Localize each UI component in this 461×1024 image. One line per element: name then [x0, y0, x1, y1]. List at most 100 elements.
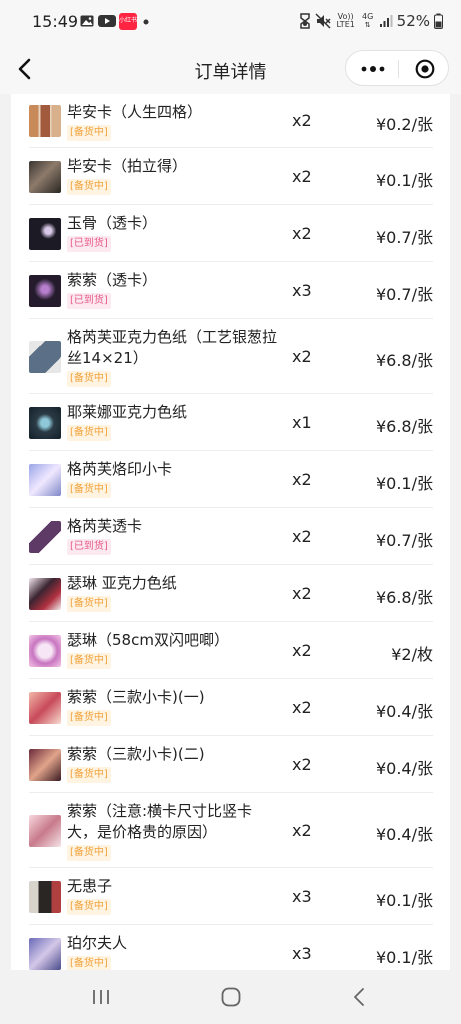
order-item-row[interactable]: 无患子 [备货中] x3 ¥0.1/张	[29, 868, 433, 925]
item-quantity: x2	[292, 111, 312, 130]
item-thumbnail[interactable]	[29, 218, 61, 250]
alarm-icon	[299, 13, 310, 29]
item-unit-price: ¥0.1/张	[375, 948, 433, 967]
youtube-icon	[98, 15, 116, 27]
item-name: 玉骨（透卡）	[67, 214, 158, 232]
order-item-row[interactable]: 瑟琳 亚克力色纸 [备货中] x2 ¥6.8/张	[29, 565, 433, 622]
app-badge-label: 小红书	[119, 17, 138, 24]
battery-percent: 52%	[396, 12, 430, 30]
item-unit-price: ¥0.1/张	[375, 474, 433, 493]
item-status-tag: [备货中]	[67, 371, 111, 387]
item-quantity: x2	[292, 224, 312, 243]
item-status-tag: [备货中]	[67, 596, 111, 612]
order-item-row[interactable]: 格芮芙亚克力色纸（工艺银葱拉丝14×21） [备货中] x2 ¥6.8/张	[29, 319, 433, 394]
item-quantity: x3	[292, 281, 312, 300]
order-item-row[interactable]: 萦萦（三款小卡)(一) [备货中] x2 ¥0.4/张	[29, 679, 433, 736]
item-status-tag: [已到货]	[67, 236, 111, 252]
item-name: 毕安卡（拍立得）	[67, 157, 188, 175]
nav-bar: 订单详情	[0, 44, 461, 94]
item-quantity: x2	[292, 755, 312, 774]
item-name: 格芮芙烙印小卡	[67, 460, 173, 478]
item-name: 耶莱娜亚克力色纸	[67, 403, 188, 421]
item-thumbnail[interactable]	[29, 635, 61, 667]
item-name: 格芮芙透卡	[67, 517, 143, 535]
item-status-tag: [已到货]	[67, 293, 111, 309]
item-thumbnail[interactable]	[29, 161, 61, 193]
order-item-row[interactable]: 萦萦（透卡） [已到货] x3 ¥0.7/张	[29, 262, 433, 319]
item-name: 瑟琳 亚克力色纸	[67, 574, 177, 592]
order-item-row[interactable]: 毕安卡（人生四格） [备货中] x2 ¥0.2/张	[29, 94, 433, 148]
item-name: 无患子	[67, 877, 113, 895]
item-name: 毕安卡（人生四格）	[67, 103, 203, 121]
status-bar: 15:49 小红书 Vo)) LTE1 4G ⇅ 52%	[0, 0, 461, 44]
item-unit-price: ¥0.4/张	[375, 825, 433, 844]
network-type: 4G ⇅	[361, 12, 375, 30]
item-name: 珀尔夫人	[67, 934, 128, 952]
item-unit-price: ¥6.8/张	[375, 588, 433, 607]
item-unit-price: ¥0.1/张	[375, 171, 433, 190]
item-thumbnail[interactable]	[29, 938, 61, 970]
system-back-icon[interactable]	[352, 987, 366, 1007]
order-item-row[interactable]: 玉骨（透卡） [已到货] x2 ¥0.7/张	[29, 205, 433, 262]
xiaohongshu-icon: 小红书	[119, 13, 137, 30]
item-thumbnail[interactable]	[29, 815, 61, 847]
item-status-tag: [已到货]	[67, 539, 111, 555]
item-thumbnail[interactable]	[29, 749, 61, 781]
item-quantity: x2	[292, 584, 312, 603]
item-status-tag: [备货中]	[67, 899, 111, 915]
item-thumbnail[interactable]	[29, 407, 61, 439]
order-item-row[interactable]: 萦萦（三款小卡)(二) [备货中] x2 ¥0.4/张	[29, 736, 433, 793]
item-quantity: x2	[292, 641, 312, 660]
item-thumbnail[interactable]	[29, 578, 61, 610]
item-unit-price: ¥0.4/张	[375, 759, 433, 778]
item-status-tag: [备货中]	[67, 845, 111, 861]
system-nav-bar	[0, 970, 461, 1024]
order-item-row[interactable]: 萦萦（注意:横卡尺寸比竖卡大，是价格贵的原因） [备货中] x2 ¥0.4/张	[29, 793, 433, 868]
order-items-card: 毕安卡（人生四格） [备货中] x2 ¥0.2/张毕安卡（拍立得） [备货中] x2 ¥0.…	[11, 94, 450, 970]
item-unit-price: ¥0.1/张	[375, 891, 433, 910]
order-item-row[interactable]: 毕安卡（拍立得） [备货中] x2 ¥0.1/张	[29, 148, 433, 205]
recent-apps-icon[interactable]	[91, 989, 111, 1005]
order-item-row[interactable]: 格芮芙透卡 [已到货] x2 ¥0.7/张	[29, 508, 433, 565]
volte-indicator: Vo)) LTE1	[335, 13, 357, 29]
item-quantity: x3	[292, 944, 312, 963]
item-quantity: x2	[292, 821, 312, 840]
item-status-tag: [备货中]	[67, 767, 111, 783]
item-status-tag: [备货中]	[67, 710, 111, 726]
more-dots-icon[interactable]	[361, 66, 385, 72]
item-unit-price: ¥0.2/张	[375, 115, 433, 134]
status-time: 15:49	[32, 12, 79, 31]
item-thumbnail[interactable]	[29, 521, 61, 553]
item-unit-price: ¥6.8/张	[375, 351, 433, 370]
item-unit-price: ¥0.7/张	[375, 285, 433, 304]
item-status-tag: [备货中]	[67, 425, 111, 441]
item-status-tag: [备货中]	[67, 956, 111, 970]
order-item-row[interactable]: 珀尔夫人 [备货中] x3 ¥0.1/张	[29, 925, 433, 970]
item-thumbnail[interactable]	[29, 105, 61, 137]
order-item-row[interactable]: 格芮芙烙印小卡 [备货中] x2 ¥0.1/张	[29, 451, 433, 508]
item-thumbnail[interactable]	[29, 464, 61, 496]
item-thumbnail[interactable]	[29, 881, 61, 913]
item-quantity: x2	[292, 698, 312, 717]
item-unit-price: ¥0.4/张	[375, 702, 433, 721]
item-name: 萦萦（透卡）	[67, 271, 158, 289]
status-right: Vo)) LTE1 4G ⇅ 52%	[299, 12, 443, 30]
item-name: 瑟琳（58cm双闪吧唧）	[67, 631, 229, 649]
item-thumbnail[interactable]	[29, 341, 61, 373]
order-item-row[interactable]: 耶莱娜亚克力色纸 [备货中] x1 ¥6.8/张	[29, 394, 433, 451]
order-item-row[interactable]: 瑟琳（58cm双闪吧唧） [备货中] x2 ¥2/枚	[29, 622, 433, 679]
item-quantity: x1	[292, 413, 312, 432]
item-name: 格芮芙亚克力色纸（工艺银葱拉丝14×21）	[67, 328, 278, 367]
capsule-divider	[398, 60, 399, 78]
network-type-label: 4G	[362, 12, 374, 21]
target-close-icon[interactable]	[415, 59, 435, 79]
signal-icon	[379, 15, 393, 27]
home-icon[interactable]	[221, 987, 241, 1007]
item-thumbnail[interactable]	[29, 275, 61, 307]
item-unit-price: ¥6.8/张	[375, 417, 433, 436]
item-unit-price: ¥0.7/张	[375, 531, 433, 550]
item-thumbnail[interactable]	[29, 692, 61, 724]
item-quantity: x2	[292, 470, 312, 489]
item-status-tag: [备货中]	[67, 179, 111, 195]
battery-icon	[434, 13, 443, 29]
